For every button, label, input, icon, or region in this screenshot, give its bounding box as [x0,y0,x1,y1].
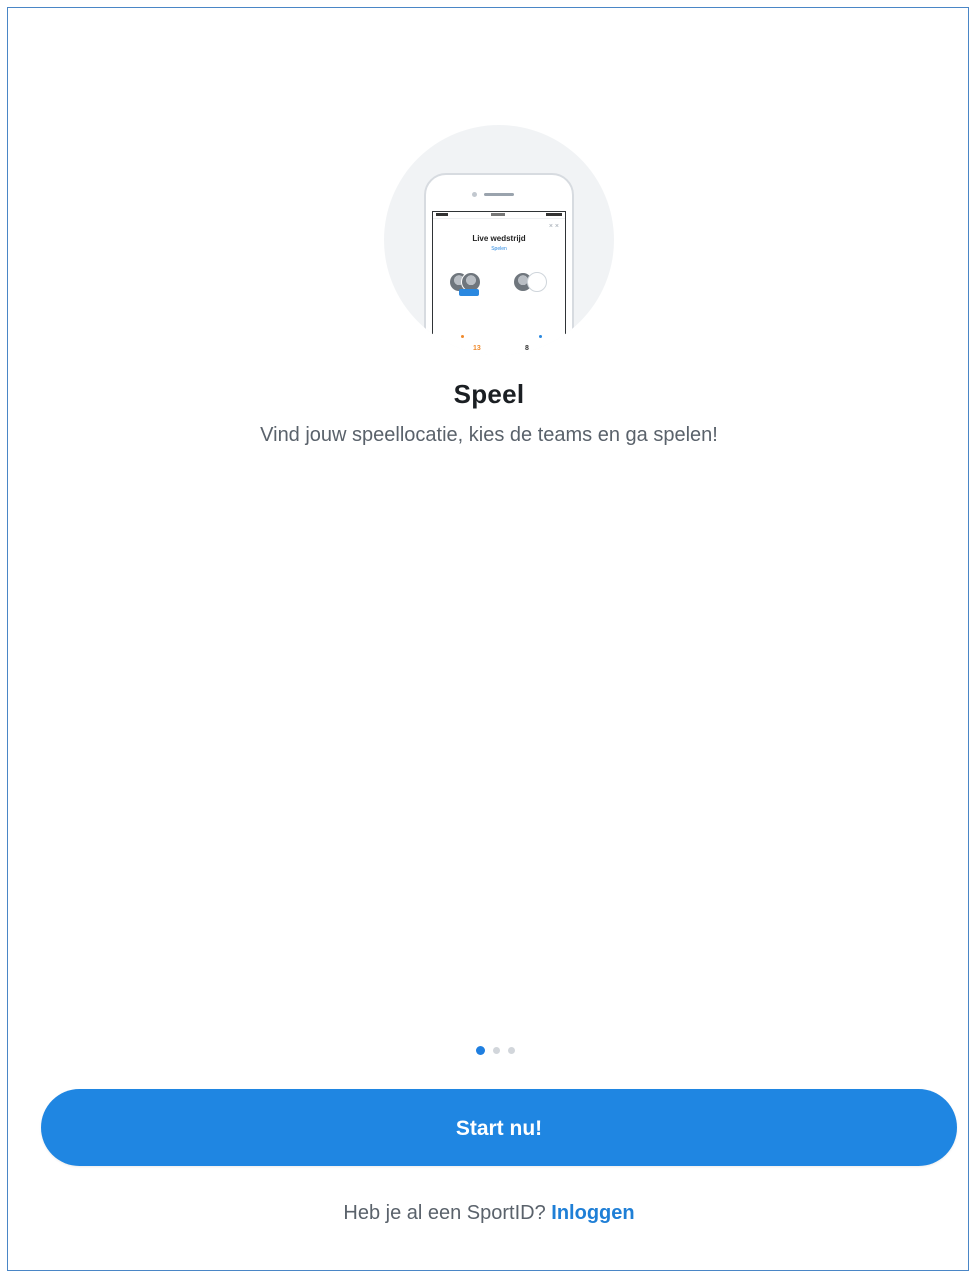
page-indicator [476,1046,515,1055]
onboarding-title: Speel [453,379,525,409]
screen-title: Live wedstrijd [472,234,526,243]
onboarding-illustration: × × Live wedstrijd Spelen 13 8 [384,125,614,355]
phone-speaker [484,193,514,196]
login-link[interactable]: Inloggen [551,1202,634,1224]
phone-status-bar [433,212,565,219]
empty-avatar-slot [527,272,547,292]
phone-mockup: × × Live wedstrijd Spelen 13 8 [424,173,574,355]
page-dot[interactable] [493,1047,500,1054]
login-prompt-text: Heb je al een SportID? [343,1202,546,1224]
phone-screen: × × Live wedstrijd Spelen 13 8 [432,211,566,355]
page-dot-active[interactable] [476,1046,485,1055]
score-home: 13 [473,345,481,352]
status-battery [546,213,562,216]
score-away: 8 [525,345,529,352]
status-time [491,213,505,216]
team-dot-blue [539,335,542,338]
login-prompt-line: Heb je al een SportID? Inloggen [0,1202,978,1225]
status-signal [436,213,448,216]
screen-subtitle: Spelen [491,246,507,252]
phone-camera [472,192,477,197]
team-dot-orange [461,335,464,338]
team-badge [459,289,479,296]
start-now-button[interactable]: Start nu! [41,1089,957,1166]
onboarding-description: Vind jouw speellocatie, kies de teams en… [260,424,718,446]
close-icon: × × [548,223,559,230]
page-dot[interactable] [508,1047,515,1054]
